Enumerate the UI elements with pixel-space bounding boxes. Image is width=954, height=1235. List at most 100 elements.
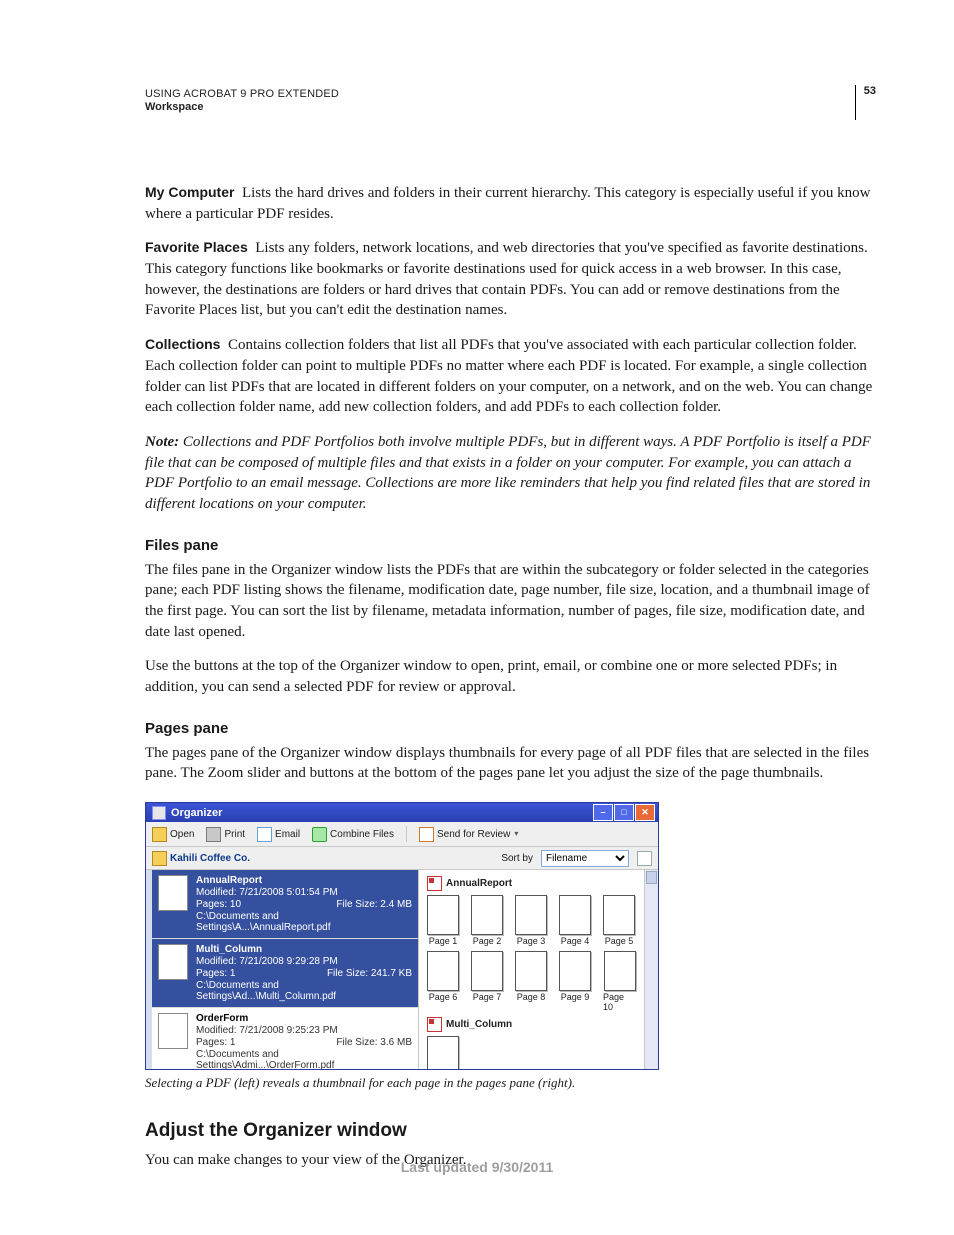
window-title: Organizer [171,807,222,819]
page-thumb[interactable]: Page 9 [559,951,591,1013]
review-label: Send for Review [437,829,510,840]
file-pages: Pages: 10 [196,899,241,910]
sort-label: Sort by [501,853,533,864]
doc-title: AnnualReport [427,876,636,891]
panes: AnnualReport Modified: 7/21/2008 5:01:54… [146,870,658,1069]
file-size: File Size: 3.6 MB [336,1037,412,1048]
file-thumb [158,1013,188,1049]
sort-select[interactable]: Filename [541,850,629,867]
text-fav: Lists any folders, network locations, an… [145,240,868,318]
file-item[interactable]: Multi_Column Modified: 7/21/2008 9:29:28… [146,939,418,1008]
open-button[interactable]: Open [152,827,194,842]
app-icon [152,806,166,820]
splitter[interactable] [146,870,152,1069]
para-pages-pane-1: The pages pane of the Organizer window d… [145,743,876,784]
page-thumb[interactable]: Page 1 [427,1036,459,1069]
footer: Last updated 9/30/2011 [0,1159,954,1175]
run-in-my-computer: My Computer [145,184,234,200]
file-path: C:\Documents and Settings\Ad...\Multi_Co… [196,980,412,1002]
pdf-icon [427,1017,442,1032]
thumb-row: Page 6 Page 7 Page 8 Page 9 Page 10 [427,951,636,1013]
figure-caption: Selecting a PDF (left) reveals a thumbna… [145,1074,876,1092]
breadcrumb-label: Kahili Coffee Co. [170,853,250,864]
page-thumb[interactable]: Page 4 [559,895,591,947]
file-name: AnnualReport [196,875,412,886]
page-thumb[interactable]: Page 3 [515,895,547,947]
file-item[interactable]: AnnualReport Modified: 7/21/2008 5:01:54… [146,870,418,939]
pdf-icon [427,876,442,891]
file-path: C:\Documents and Settings\Admi...\OrderF… [196,1049,412,1069]
doc-header-product: USING ACROBAT 9 PRO EXTENDED [145,88,876,100]
text-my-computer: Lists the hard drives and folders in the… [145,185,871,222]
open-label: Open [170,829,194,840]
doc-header: USING ACROBAT 9 PRO EXTENDED Workspace [145,88,876,113]
file-pages: Pages: 1 [196,1037,235,1048]
file-size: File Size: 2.4 MB [336,899,412,910]
combine-button[interactable]: Combine Files [312,827,394,842]
page-thumb[interactable]: Page 7 [471,951,503,1013]
review-button[interactable]: Send for Review ▾ [419,827,518,842]
subbar: Kahili Coffee Co. Sort by Filename [146,847,658,870]
combine-label: Combine Files [330,829,394,840]
text-collections: Contains collection folders that list al… [145,337,872,415]
minimize-button[interactable]: – [593,804,613,821]
file-name: OrderForm [196,1013,412,1024]
thumb-row: Page 1 [427,1036,636,1069]
page: 53 USING ACROBAT 9 PRO EXTENDED Workspac… [0,0,954,1235]
toolbar: Open Print Email Combine Files Send for … [146,822,658,847]
chevron-down-icon: ▾ [514,830,518,839]
para-note: Note: Collections and PDF Portfolios bot… [145,432,876,515]
file-pages: Pages: 1 [196,968,235,979]
email-button[interactable]: Email [257,827,300,842]
file-modified: Modified: 7/21/2008 9:29:28 PM [196,956,412,967]
para-collections: Collections Contains collection folders … [145,335,876,418]
scrollbar[interactable] [644,870,658,1069]
page-thumb[interactable]: Page 2 [471,895,503,947]
page-thumb[interactable]: Page 5 [603,895,635,947]
file-path: C:\Documents and Settings\A...\AnnualRep… [196,911,412,933]
doc-title-label: Multi_Column [446,1019,512,1030]
page-thumb[interactable]: Page 1 [427,895,459,947]
print-button[interactable]: Print [206,827,245,842]
page-number: 53 [855,85,876,120]
email-icon [257,827,272,842]
review-icon [419,827,434,842]
printer-icon [206,827,221,842]
para-files-pane-2: Use the buttons at the top of the Organi… [145,656,876,697]
toolbar-separator [406,826,407,842]
doc-title: Multi_Column [427,1017,636,1032]
heading-pages-pane: Pages pane [145,720,876,737]
para-favorite-places: Favorite Places Lists any folders, netwo… [145,238,876,321]
file-modified: Modified: 7/21/2008 5:01:54 PM [196,887,412,898]
close-button[interactable]: ✕ [635,804,655,821]
files-pane: AnnualReport Modified: 7/21/2008 5:01:54… [146,870,419,1069]
doc-title-label: AnnualReport [446,878,512,889]
print-label: Print [224,829,245,840]
run-in-note: Note: [145,434,179,450]
file-item[interactable]: OrderForm Modified: 7/21/2008 9:25:23 PM… [146,1008,418,1069]
page-number-value: 53 [864,85,876,97]
titlebar[interactable]: Organizer – □ ✕ [146,803,658,822]
file-modified: Modified: 7/21/2008 9:25:23 PM [196,1025,412,1036]
file-name: Multi_Column [196,944,412,955]
page-thumb[interactable]: Page 6 [427,951,459,1013]
para-files-pane-1: The files pane in the Organizer window l… [145,560,876,643]
thumb-row: Page 1 Page 2 Page 3 Page 4 Page 5 [427,895,636,947]
page-thumb[interactable]: Page 10 [603,951,636,1013]
heading-adjust: Adjust the Organizer window [145,1120,876,1142]
combine-icon [312,827,327,842]
run-in-fav: Favorite Places [145,239,248,255]
heading-files-pane: Files pane [145,537,876,554]
breadcrumb[interactable]: Kahili Coffee Co. [152,851,250,866]
organizer-window: Organizer – □ ✕ Open Print Email Combine… [145,802,659,1070]
maximize-button[interactable]: □ [614,804,634,821]
para-my-computer: My Computer Lists the hard drives and fo… [145,183,876,224]
folder-icon [152,827,167,842]
scroll-up-icon[interactable] [646,871,657,884]
text-note: Collections and PDF Portfolios both invo… [145,434,871,512]
file-size: File Size: 241.7 KB [327,968,412,979]
doc-header-chapter: Workspace [145,101,876,113]
sort-direction-icon[interactable] [637,851,652,866]
file-thumb [158,944,188,980]
page-thumb[interactable]: Page 8 [515,951,547,1013]
